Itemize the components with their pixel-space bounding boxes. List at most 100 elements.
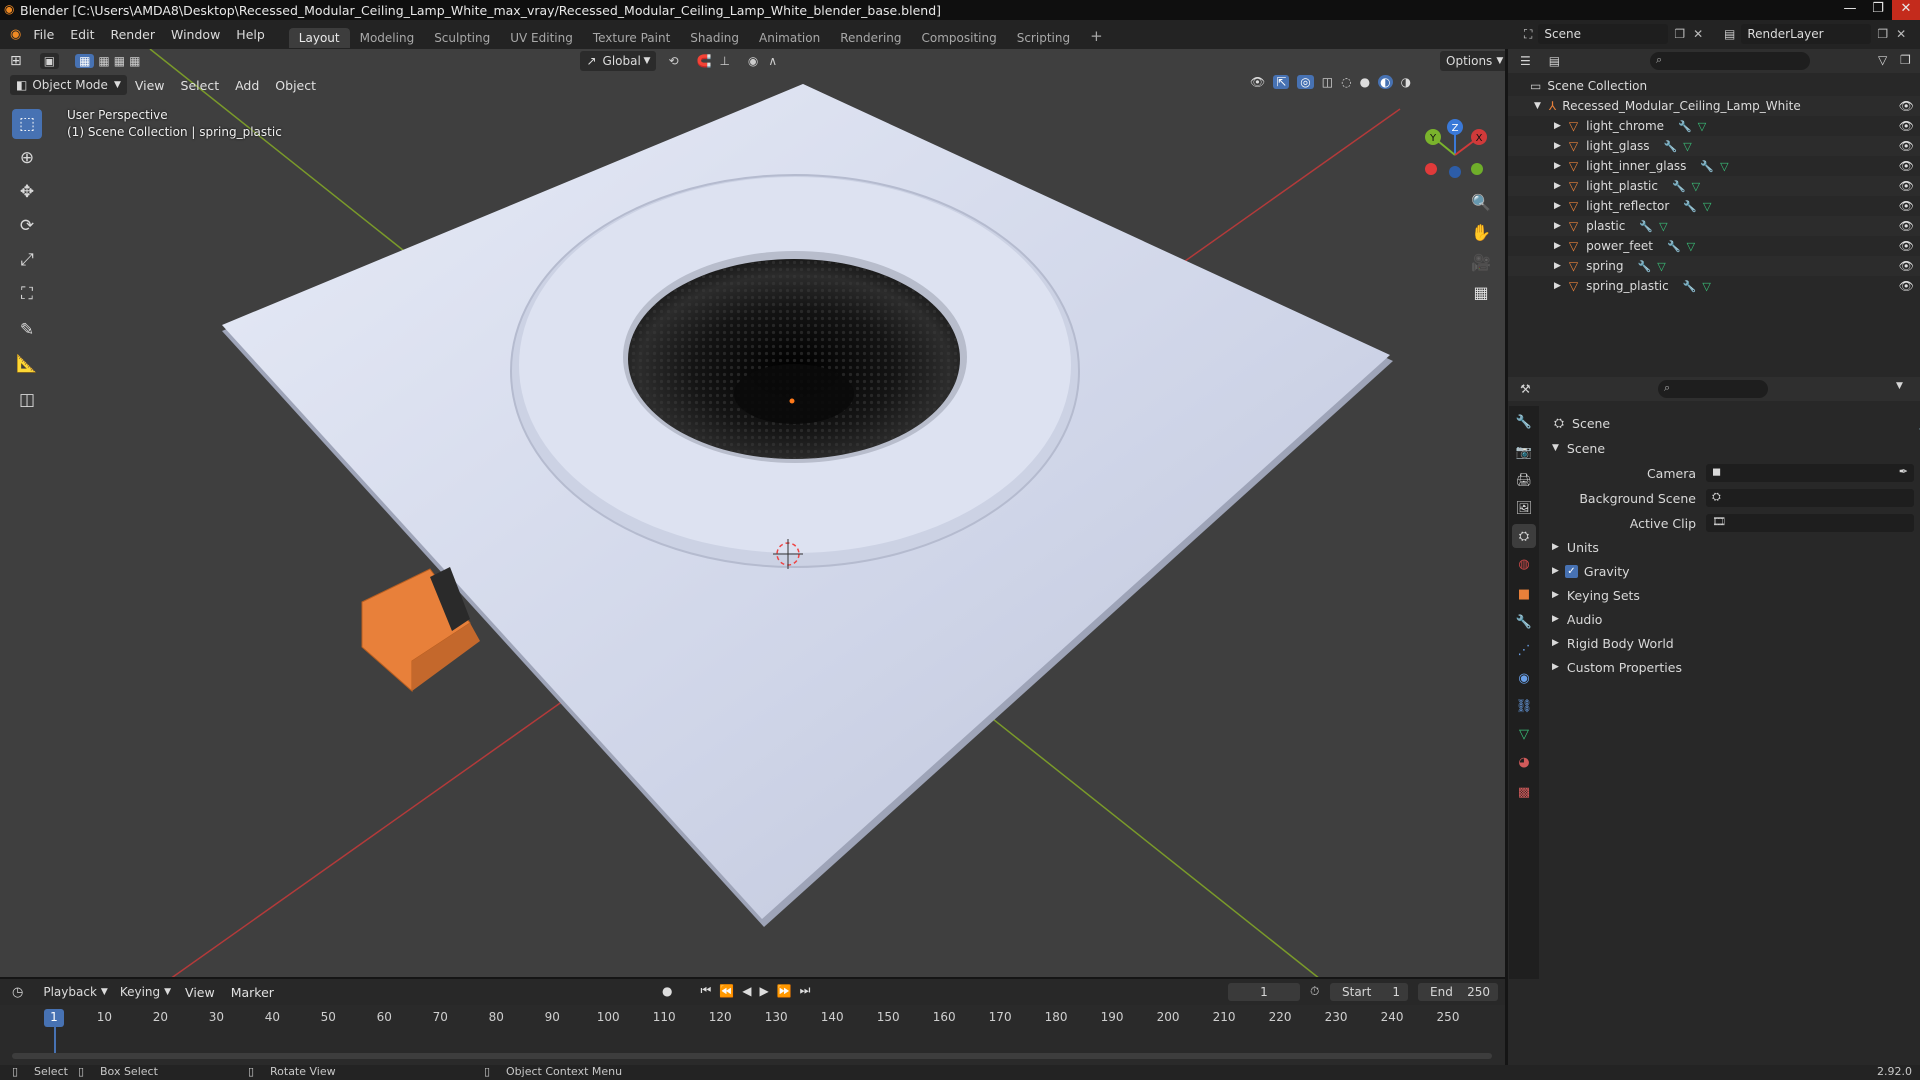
current-frame-field[interactable]: 1	[1228, 983, 1300, 1001]
workspace-tab-shading[interactable]: Shading	[680, 28, 749, 48]
rendered-shading-icon[interactable]: ◑	[1401, 75, 1411, 89]
eye-icon[interactable]: 👁	[1899, 239, 1914, 253]
outliner-row-scene-collection[interactable]: ▭ Scene Collection	[1508, 76, 1920, 96]
close-window-button[interactable]: ✕	[1892, 0, 1920, 20]
material-tab-icon[interactable]: ◕	[1512, 750, 1536, 774]
3d-viewport[interactable]: ⊞ ▣ ▦ ▦ ▦ ▦ ↗ Global ▼ ⟲ 🧲 ⊥ ◉ ∧ Options…	[0, 49, 1505, 979]
expand-arrow-icon[interactable]: ▶	[1554, 201, 1561, 211]
delete-scene-icon[interactable]: ✕	[1693, 27, 1703, 41]
mesh-data-icon[interactable]: ▽	[1692, 180, 1700, 193]
new-collection-icon[interactable]: ❐	[1900, 53, 1911, 67]
outliner-row-object[interactable]: ▶ ▽ light_inner_glass 🔧 ▽ 👁	[1508, 156, 1920, 176]
material-preview-shading-icon[interactable]: ◐	[1378, 75, 1393, 89]
proportional-edit-icon[interactable]: ◉	[748, 54, 758, 68]
workspace-tab-compositing[interactable]: Compositing	[912, 28, 1007, 48]
rotate-tool-icon[interactable]: ⟳	[12, 211, 42, 241]
modifier-icon[interactable]: 🔧	[1667, 240, 1681, 253]
jump-end-icon[interactable]: ⏭	[800, 983, 811, 998]
annotate-tool-icon[interactable]: ✎	[12, 315, 42, 345]
background-scene-field[interactable]: ⛭	[1706, 489, 1914, 507]
subpanel-gravity[interactable]: ▶ ✓ Gravity	[1542, 560, 1914, 582]
navigation-gizmo[interactable]: Z Y X	[1415, 115, 1495, 185]
chevron-down-icon[interactable]: ▼	[1896, 381, 1903, 391]
falloff-icon[interactable]: ∧	[768, 54, 777, 68]
subpanel-keying-sets[interactable]: ▶ Keying Sets	[1542, 584, 1914, 606]
expand-arrow-icon[interactable]: ▶	[1554, 121, 1561, 131]
outliner-row-object[interactable]: ▶ ▽ light_plastic 🔧 ▽ 👁	[1508, 176, 1920, 196]
gravity-checkbox[interactable]: ✓	[1564, 564, 1578, 578]
eye-icon[interactable]: 👁	[1899, 259, 1914, 273]
eye-icon[interactable]: 👁	[1899, 199, 1914, 213]
outliner-editor-type-icon[interactable]: ☰	[1520, 54, 1531, 68]
perspective-toggle-icon[interactable]: ▦	[1468, 279, 1494, 305]
scene-selector-icon[interactable]: ⛶	[1524, 27, 1532, 42]
xray-toggle-icon[interactable]: ◫	[1322, 75, 1333, 89]
object-properties-tab-icon[interactable]: ■	[1512, 582, 1536, 606]
playback-menu[interactable]: Playback ▼	[37, 982, 113, 1002]
viewport-scene[interactable]	[0, 49, 1505, 979]
record-button-icon[interactable]: ●	[662, 984, 672, 998]
new-view-layer-icon[interactable]: ❐	[1877, 27, 1888, 41]
outliner-row-object[interactable]: ▶ ▽ spring_plastic 🔧 ▽ 👁	[1508, 276, 1920, 296]
timeline-menu-marker[interactable]: Marker	[223, 985, 282, 1000]
wireframe-shading-icon[interactable]: ◌	[1341, 75, 1351, 89]
zoom-icon[interactable]: 🔍	[1468, 189, 1494, 215]
minimize-button[interactable]: —	[1836, 0, 1864, 20]
workspace-tab-uv-editing[interactable]: UV Editing	[500, 28, 583, 48]
eye-icon[interactable]: 👁	[1899, 99, 1914, 113]
menu-edit[interactable]: Edit	[62, 20, 102, 49]
modifier-icon[interactable]: 🔧	[1639, 220, 1653, 233]
outliner-row-object[interactable]: ▶ ▽ light_glass 🔧 ▽ 👁	[1508, 136, 1920, 156]
workspace-tab-layout[interactable]: Layout	[288, 28, 350, 48]
scene-panel-header[interactable]: ▼ Scene	[1542, 437, 1914, 459]
subpanel-rigid-body-world[interactable]: ▶ Rigid Body World	[1542, 632, 1914, 654]
expand-arrow-icon[interactable]: ▶	[1554, 141, 1561, 151]
menu-window[interactable]: Window	[163, 20, 228, 49]
options-dropdown[interactable]: Options ▼	[1440, 51, 1505, 71]
timeline-scrollbar[interactable]	[12, 1053, 1492, 1059]
modifier-icon[interactable]: 🔧	[1638, 260, 1652, 273]
modifier-icon[interactable]: 🔧	[1683, 280, 1697, 293]
view-layer-field[interactable]: RenderLayer	[1741, 24, 1872, 44]
outliner-row-collection[interactable]: ▼ ⅄ Recessed_Modular_Ceiling_Lamp_White …	[1508, 96, 1920, 116]
workspace-tab-modeling[interactable]: Modeling	[350, 28, 425, 48]
expand-arrow-icon[interactable]: ▶	[1554, 161, 1561, 171]
texture-tab-icon[interactable]: ▩	[1512, 780, 1536, 804]
active-clip-field[interactable]: 🎞	[1706, 514, 1914, 532]
select-mode-intersect-icon[interactable]: ▦	[129, 54, 140, 68]
delete-view-layer-icon[interactable]: ✕	[1896, 27, 1906, 41]
editor-type-icon[interactable]: ⊞	[10, 53, 22, 69]
timeline-menu-view[interactable]: View	[177, 985, 223, 1000]
particles-tab-icon[interactable]: ⋰	[1512, 638, 1536, 662]
eye-icon[interactable]: 👁	[1899, 119, 1914, 133]
properties-editor-type-icon[interactable]: ⚒	[1520, 382, 1531, 396]
viewport-menu-view[interactable]: View	[127, 78, 173, 93]
modifier-icon[interactable]: 🔧	[1683, 200, 1697, 213]
snap-target-icon[interactable]: ⊥	[719, 54, 729, 68]
camera-field[interactable]: ◼ ✒	[1706, 464, 1914, 482]
select-mode-subtract-icon[interactable]: ▦	[114, 54, 125, 68]
jump-start-icon[interactable]: ⏮	[700, 983, 711, 998]
physics-tab-icon[interactable]: ◉	[1512, 666, 1536, 690]
menu-render[interactable]: Render	[102, 20, 163, 49]
maximize-button[interactable]: ❐	[1864, 0, 1892, 20]
viewport-menu-select[interactable]: Select	[173, 78, 228, 93]
eyedropper-icon[interactable]: ✒	[1899, 465, 1908, 478]
play-reverse-icon[interactable]: ◀	[742, 984, 751, 998]
viewport-menu-object[interactable]: Object	[267, 78, 324, 93]
expand-arrow-icon[interactable]: ▼	[1534, 101, 1541, 111]
outliner-row-object[interactable]: ▶ ▽ light_chrome 🔧 ▽ 👁	[1508, 116, 1920, 136]
workspace-tab-texture-paint[interactable]: Texture Paint	[583, 28, 680, 48]
outliner-row-object[interactable]: ▶ ▽ power_feet 🔧 ▽ 👁	[1508, 236, 1920, 256]
eye-icon[interactable]: 👁	[1899, 279, 1914, 293]
expand-arrow-icon[interactable]: ▶	[1554, 221, 1561, 231]
jump-keyframe-forward-icon[interactable]: ⏩	[777, 984, 792, 998]
pan-hand-icon[interactable]: ✋	[1468, 219, 1494, 245]
snap-toggle-icon[interactable]: 🧲	[697, 54, 712, 68]
select-mode-new-icon[interactable]: ▦	[75, 54, 95, 68]
viewport-menu-add[interactable]: Add	[227, 78, 267, 93]
expand-arrow-icon[interactable]: ▶	[1554, 241, 1561, 251]
subpanel-audio[interactable]: ▶ Audio	[1542, 608, 1914, 630]
blender-menu-icon[interactable]: ◉	[10, 27, 21, 42]
gizmo-toggle-icon[interactable]: ⇱	[1273, 75, 1290, 89]
